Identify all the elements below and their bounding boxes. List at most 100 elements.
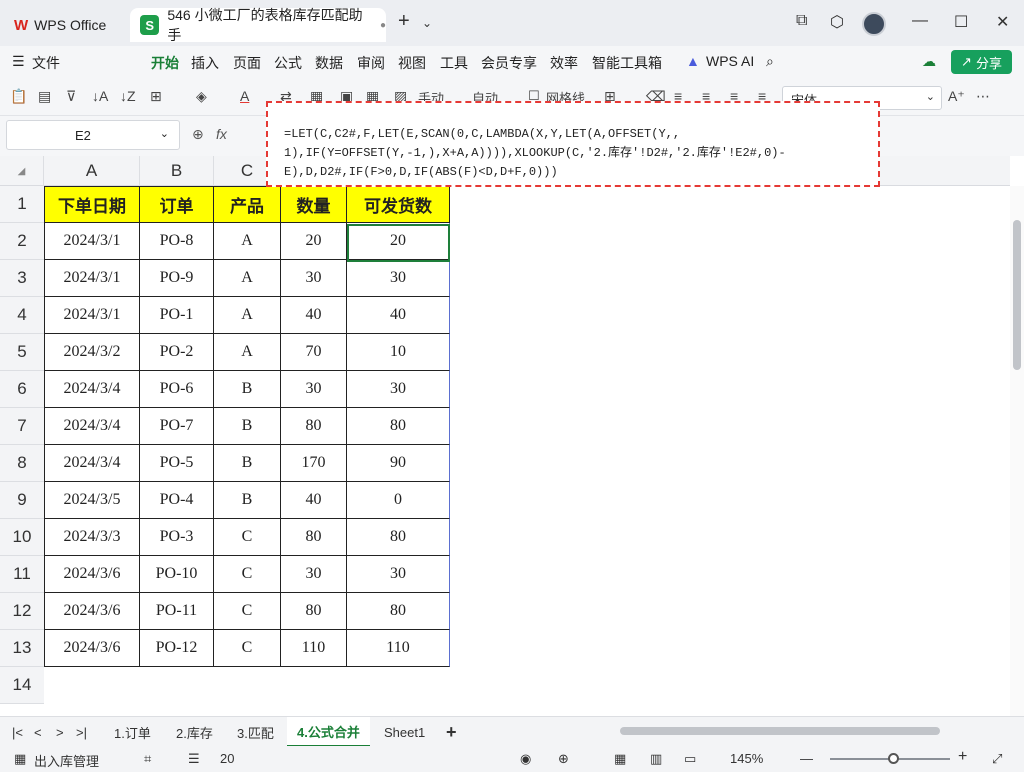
table-cell[interactable]: C [214, 630, 281, 667]
menu-insert[interactable]: 插入 [191, 53, 219, 73]
table-cell[interactable]: 2024/3/6 [44, 556, 140, 593]
table-cell[interactable]: PO-1 [140, 297, 214, 334]
table-cell[interactable]: 2024/3/4 [44, 371, 140, 408]
table-cell[interactable]: 80 [281, 593, 347, 630]
font-color-icon[interactable]: A [240, 88, 249, 104]
table-header-cell[interactable]: 下单日期 [44, 186, 140, 223]
row-header[interactable]: 2 [0, 223, 44, 260]
paste-icon[interactable]: 📋 [10, 88, 27, 105]
table-cell[interactable]: 2024/3/3 [44, 519, 140, 556]
fx-icon[interactable]: fx [216, 126, 227, 142]
table-header-cell[interactable]: 订单 [140, 186, 214, 223]
row-header[interactable]: 13 [0, 630, 44, 667]
eye-protection-icon[interactable]: ◉ [520, 751, 531, 767]
table-cell[interactable]: 2024/3/4 [44, 408, 140, 445]
add-sheet-button[interactable]: + [436, 717, 467, 747]
cell-position-icon[interactable]: ⊕ [558, 751, 569, 767]
table-cell[interactable]: PO-12 [140, 630, 214, 667]
fill-color-icon[interactable]: ◈ [196, 88, 207, 105]
table-cell[interactable]: 2024/3/2 [44, 334, 140, 371]
sheet-tab-formula-merge[interactable]: 4.公式合并 [287, 717, 370, 747]
cloud-sync-icon[interactable]: ☁ [922, 53, 936, 70]
border-icon[interactable]: ⊞ [150, 88, 162, 105]
new-tab-button[interactable]: + [398, 10, 410, 33]
table-cell[interactable]: 80 [347, 593, 450, 630]
hamburger-icon[interactable]: ☰ [12, 53, 25, 70]
zoom-out-button[interactable]: — [800, 751, 813, 766]
table-cell[interactable]: 40 [281, 297, 347, 334]
row-header[interactable]: 9 [0, 482, 44, 519]
table-cell[interactable]: 110 [281, 630, 347, 667]
table-cell[interactable]: PO-8 [140, 223, 214, 260]
column-header-a[interactable]: A [44, 156, 140, 186]
page-break-icon[interactable]: ▭ [684, 751, 696, 767]
table-cell[interactable]: 30 [281, 260, 347, 297]
table-cell[interactable]: 40 [281, 482, 347, 519]
menu-smart-toolbox[interactable]: 智能工具箱 [592, 53, 662, 73]
row-header[interactable]: 14 [0, 667, 44, 704]
table-cell[interactable]: 30 [347, 556, 450, 593]
record-icon[interactable]: ⌗ [144, 751, 151, 767]
table-cell[interactable]: B [214, 482, 281, 519]
table-cell[interactable]: C [214, 519, 281, 556]
table-cell[interactable]: 80 [347, 408, 450, 445]
filter-icon[interactable]: ⊽ [66, 88, 76, 105]
vertical-scroll-thumb[interactable] [1013, 220, 1021, 370]
table-cell[interactable]: 40 [347, 297, 450, 334]
table-cell[interactable]: A [214, 297, 281, 334]
macro-name[interactable]: 出入库管理 [34, 751, 99, 770]
row-header[interactable]: 11 [0, 556, 44, 593]
row-header[interactable]: 8 [0, 445, 44, 482]
table-cell[interactable]: PO-6 [140, 371, 214, 408]
table-cell[interactable]: 90 [347, 445, 450, 482]
table-cell[interactable]: 30 [347, 371, 450, 408]
table-cell[interactable]: 2024/3/5 [44, 482, 140, 519]
table-cell[interactable]: PO-2 [140, 334, 214, 371]
sheet-tab-orders[interactable]: 1.订单 [104, 717, 161, 747]
sheet-tab-inventory[interactable]: 2.库存 [166, 717, 223, 747]
sort-asc-icon[interactable]: ↓A [92, 88, 108, 104]
table-cell[interactable]: 2024/3/4 [44, 445, 140, 482]
zoom-level[interactable]: 145% [730, 751, 763, 766]
window-switch-icon[interactable]: ⧉ [796, 12, 807, 30]
maximize-button[interactable]: ☐ [954, 12, 968, 32]
table-cell[interactable]: 80 [281, 519, 347, 556]
last-sheet-icon[interactable]: >| [66, 717, 97, 747]
table-cell[interactable]: PO-5 [140, 445, 214, 482]
table-cell[interactable]: A [214, 260, 281, 297]
menu-review[interactable]: 审阅 [357, 53, 385, 73]
table-cell[interactable]: 70 [281, 334, 347, 371]
table-cell[interactable]: 170 [281, 445, 347, 482]
menu-wps-ai[interactable]: WPS AI [706, 53, 754, 69]
tab-wps-home[interactable]: W WPS Office [6, 8, 124, 42]
table-cell[interactable]: 2024/3/6 [44, 593, 140, 630]
more-icon[interactable]: ⋯ [976, 88, 990, 105]
normal-view-icon[interactable]: ▦ [614, 751, 626, 767]
table-cell[interactable]: PO-7 [140, 408, 214, 445]
menu-formula[interactable]: 公式 [274, 53, 302, 73]
horizontal-scroll-thumb[interactable] [620, 727, 940, 735]
clipboard-icon[interactable]: ▤ [38, 88, 51, 105]
table-cell[interactable]: B [214, 408, 281, 445]
table-cell[interactable]: PO-10 [140, 556, 214, 593]
table-cell[interactable]: C [214, 556, 281, 593]
row-header[interactable]: 3 [0, 260, 44, 297]
row-header[interactable]: 1 [0, 186, 44, 223]
table-cell[interactable]: PO-11 [140, 593, 214, 630]
table-cell[interactable]: 2024/3/1 [44, 297, 140, 334]
name-box[interactable]: E2 ⌄ [6, 120, 180, 150]
menu-data[interactable]: 数据 [315, 53, 343, 73]
table-cell[interactable]: 2024/3/6 [44, 630, 140, 667]
menu-file[interactable]: 文件 [32, 53, 60, 73]
table-cell[interactable]: PO-4 [140, 482, 214, 519]
zoom-search-icon[interactable]: ⊕ [192, 126, 204, 143]
table-cell[interactable]: 30 [347, 260, 450, 297]
row-header[interactable]: 10 [0, 519, 44, 556]
menu-efficiency[interactable]: 效率 [550, 53, 578, 73]
formula-input[interactable]: =LET(C,C2#,F,LET(E,SCAN(0,C,LAMBDA(X,Y,L… [266, 101, 880, 187]
sheet-tab-sheet1[interactable]: Sheet1 [374, 717, 435, 747]
row-header[interactable]: 12 [0, 593, 44, 630]
column-header-b[interactable]: B [140, 156, 214, 186]
tab-document[interactable]: S 546 小微工厂的表格库存匹配助手 ● [130, 7, 386, 43]
table-cell[interactable]: A [214, 334, 281, 371]
